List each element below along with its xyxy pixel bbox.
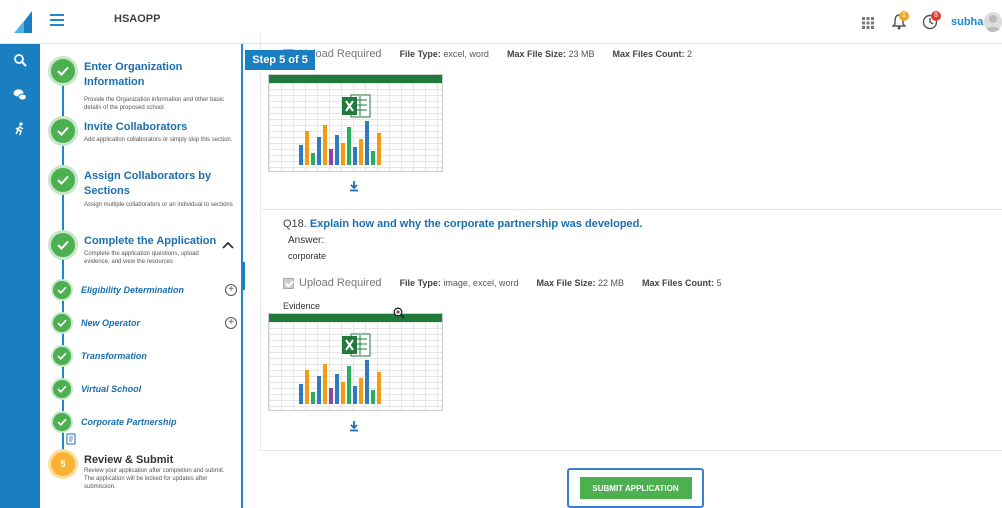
substep-label: Transformation [81, 351, 147, 361]
file-type-value: image, excel, word [443, 278, 519, 288]
file-type-value: excel, word [443, 49, 489, 59]
submit-application-button[interactable]: SUBMIT APPLICATION [579, 477, 692, 499]
substep-complete-circle [51, 411, 73, 433]
evidence-label: Evidence [283, 301, 321, 311]
substep-complete-circle [51, 312, 73, 334]
step-description: Provide the Organization information and… [84, 97, 225, 111]
upload-requirements: Upload Required File Type: excel, word Max… [283, 48, 693, 61]
download-icon[interactable] [348, 420, 360, 432]
step-current-circle: 5 [48, 449, 78, 479]
question-title: Q18. Explain how and why the corporate p… [283, 218, 642, 230]
max-count-label: Max Files Count: [612, 49, 685, 59]
substep-virtual-school[interactable]: Virtual School [51, 378, 241, 400]
zoom-in-icon[interactable] [393, 307, 405, 319]
main-content: Upload Required File Type: excel, word Max… [245, 34, 1002, 508]
step-description: Add application collaborators or simply … [84, 137, 233, 143]
checkmark-icon [57, 352, 67, 360]
upload-required-checkbox[interactable] [283, 278, 294, 290]
max-size-label: Max File Size: [506, 49, 566, 59]
max-count-value: 2 [687, 49, 693, 59]
substep-new-operator[interactable]: New Operator + [51, 312, 241, 334]
app-logo-icon[interactable] [12, 9, 36, 35]
substep-eligibility-determination[interactable]: Eligibility Determination + [51, 279, 241, 301]
substep-complete-circle [51, 378, 73, 400]
user-avatar-icon [985, 15, 1001, 32]
submit-button-focus-ring: SUBMIT APPLICATION [567, 468, 704, 508]
menu-icon[interactable] [50, 14, 64, 26]
chevron-up-icon[interactable] [222, 240, 234, 250]
step-5[interactable]: 5 Review & Submit Review your applicatio… [48, 449, 238, 504]
max-size-value: 23 MB [568, 49, 595, 59]
substep-label: Virtual School [81, 384, 142, 394]
expand-plus-icon[interactable]: + [225, 317, 237, 329]
left-rail [0, 44, 40, 508]
excel-icon [342, 333, 371, 357]
file-type-label: File Type: [399, 49, 441, 59]
max-size-value: 22 MB [598, 278, 625, 288]
substep-label: Corporate Partnership [81, 417, 177, 427]
alerts-badge: 8 [931, 11, 941, 21]
file-type-label: File Type: [399, 278, 441, 288]
step-description: Assign multiple collaborators or an indi… [84, 202, 233, 208]
steps-sidebar: Enter Organization Information Provide t… [40, 44, 243, 508]
max-count-value: 5 [716, 278, 722, 288]
evidence-thumbnail[interactable] [268, 313, 443, 411]
checkmark-icon [57, 240, 69, 250]
substep-transformation[interactable]: Transformation [51, 345, 241, 367]
download-icon[interactable] [348, 180, 360, 192]
answer-value[interactable]: corporate [288, 251, 326, 261]
upload-requirements: Upload Required File Type: image, excel, … [283, 277, 722, 290]
excel-icon [342, 94, 371, 118]
checkmark-icon [57, 286, 67, 294]
step-title: Invite Collaborators [84, 121, 188, 133]
checkmark-icon [57, 319, 67, 327]
step-complete-circle [48, 230, 78, 260]
max-size-label: Max File Size: [536, 278, 596, 288]
notifications-badge: 1 [899, 11, 909, 21]
apps-grid-icon[interactable] [862, 17, 874, 29]
checkmark-icon [57, 126, 69, 136]
step-title: Assign Collaborators by Sections [84, 170, 212, 197]
step-3[interactable]: Assign Collaborators by Sections Assign … [48, 165, 238, 219]
substep-complete-circle [51, 279, 73, 301]
step-complete-circle [48, 165, 78, 195]
step-title: Complete the Application [84, 235, 217, 247]
question-number: Q18. [283, 218, 307, 230]
step-description: Review your application after completion… [84, 468, 225, 490]
app-title: HSAOPP [114, 13, 161, 25]
question-block-q18: Q18. Explain how and why the corporate p… [260, 211, 1002, 451]
document-icon [66, 433, 76, 445]
checkmark-icon [57, 66, 69, 76]
avatar[interactable] [984, 12, 1002, 32]
expand-plus-icon[interactable]: + [225, 284, 237, 296]
checkmark-icon [57, 175, 69, 185]
question-text: Explain how and why the corporate partne… [309, 218, 643, 230]
step-description: Complete the application questions, uplo… [84, 251, 199, 265]
question-block-previous: Upload Required File Type: excel, word Max… [260, 34, 1002, 210]
max-count-label: Max Files Count: [642, 278, 715, 288]
evidence-thumbnail[interactable] [268, 74, 443, 172]
running-person-icon[interactable] [13, 122, 27, 136]
checkmark-icon [57, 418, 67, 426]
step-2[interactable]: Invite Collaborators Add application col… [48, 116, 238, 156]
upload-required-label: Upload Required [299, 277, 382, 289]
step-complete-circle [48, 56, 78, 86]
step-1[interactable]: Enter Organization Information Provide t… [48, 56, 238, 111]
substep-corporate-partnership[interactable]: Corporate Partnership [51, 411, 241, 433]
substep-complete-circle [51, 345, 73, 367]
chat-icon[interactable] [13, 88, 27, 102]
step-4[interactable]: Complete the Application Complete the ap… [48, 230, 238, 270]
step-complete-circle [48, 116, 78, 146]
checkmark-icon [57, 385, 67, 393]
substep-label: Eligibility Determination [81, 285, 185, 295]
step-title: Review & Submit [84, 454, 174, 466]
search-icon[interactable] [13, 53, 27, 67]
step-title: Enter Organization Information [84, 61, 183, 88]
substep-label: New Operator [81, 318, 141, 328]
answer-label: Answer: [288, 235, 325, 246]
username[interactable]: subha [951, 16, 983, 28]
step-progress-badge: Step 5 of 5 [245, 50, 315, 70]
